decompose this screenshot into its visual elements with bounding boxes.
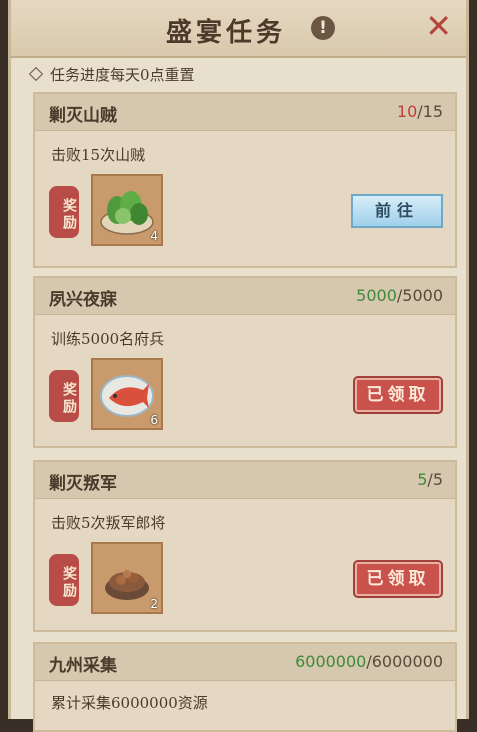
task-card-1: 剿灭山贼 10/15 击败15次山贼 奖励 4 前往	[33, 92, 457, 268]
close-icon[interactable]: ✕	[425, 10, 452, 42]
item-count: 2	[150, 597, 158, 611]
reward-label: 奖励	[49, 370, 79, 422]
task-header: 九州采集 6000000/6000000	[35, 644, 455, 681]
reward-item-fish[interactable]: 6	[91, 358, 163, 430]
reward-label: 奖励	[49, 554, 79, 606]
item-count: 4	[150, 229, 158, 243]
claimed-badge: 已领取	[355, 378, 441, 412]
task-name: 九州采集	[49, 656, 117, 676]
info-icon[interactable]: !	[311, 16, 335, 40]
progress-total: 5	[432, 470, 443, 489]
reward-label: 奖励	[49, 186, 79, 238]
progress-total: 5000	[402, 286, 443, 305]
task-header: 剿灭叛军 5/5	[35, 462, 455, 499]
progress-current: 10	[396, 102, 418, 121]
claimed-badge: 已领取	[355, 562, 441, 596]
reward-item-stew[interactable]: 2	[91, 542, 163, 614]
task-progress: 5/5	[417, 470, 443, 489]
diamond-bullet-icon	[28, 66, 44, 82]
go-button[interactable]: 前往	[351, 194, 443, 228]
task-card-2: 夙兴夜寐 5000/5000 训练5000名府兵 奖励 6 已领取	[33, 276, 457, 448]
task-description: 累计采集6000000资源	[51, 694, 208, 712]
progress-total: 6000000	[371, 652, 443, 671]
progress-current: 6000000	[295, 652, 367, 671]
task-header: 剿灭山贼 10/15	[35, 94, 455, 131]
notice-text: 任务进度每天0点重置	[50, 66, 195, 84]
task-description: 训练5000名府兵	[51, 330, 165, 348]
task-name: 夙兴夜寐	[49, 290, 117, 310]
task-card-3: 剿灭叛军 5/5 击败5次叛军郎将 奖励 2 已领取	[33, 460, 457, 632]
progress-current: 5000	[356, 286, 397, 305]
task-name: 剿灭叛军	[49, 474, 117, 494]
task-header: 夙兴夜寐 5000/5000	[35, 278, 455, 315]
title-bar: 盛宴任务 ! ✕	[11, 0, 466, 58]
reset-notice: 任务进度每天0点重置	[28, 64, 195, 85]
task-progress: 10/15	[396, 102, 443, 121]
window-title: 盛宴任务	[166, 18, 287, 48]
task-description: 击败5次叛军郎将	[51, 514, 166, 532]
task-progress: 5000/5000	[356, 286, 443, 305]
task-description: 击败15次山贼	[51, 146, 146, 164]
task-name: 剿灭山贼	[49, 106, 117, 126]
progress-total: 15	[422, 102, 443, 121]
progress-current: 5	[417, 470, 428, 489]
task-window: 盛宴任务 ! ✕ 任务进度每天0点重置 剿灭山贼 10/15 击败15次山贼 奖…	[8, 0, 469, 732]
reward-item-vegetables[interactable]: 4	[91, 174, 163, 246]
task-progress: 6000000/6000000	[295, 652, 443, 671]
item-count: 6	[150, 413, 158, 427]
